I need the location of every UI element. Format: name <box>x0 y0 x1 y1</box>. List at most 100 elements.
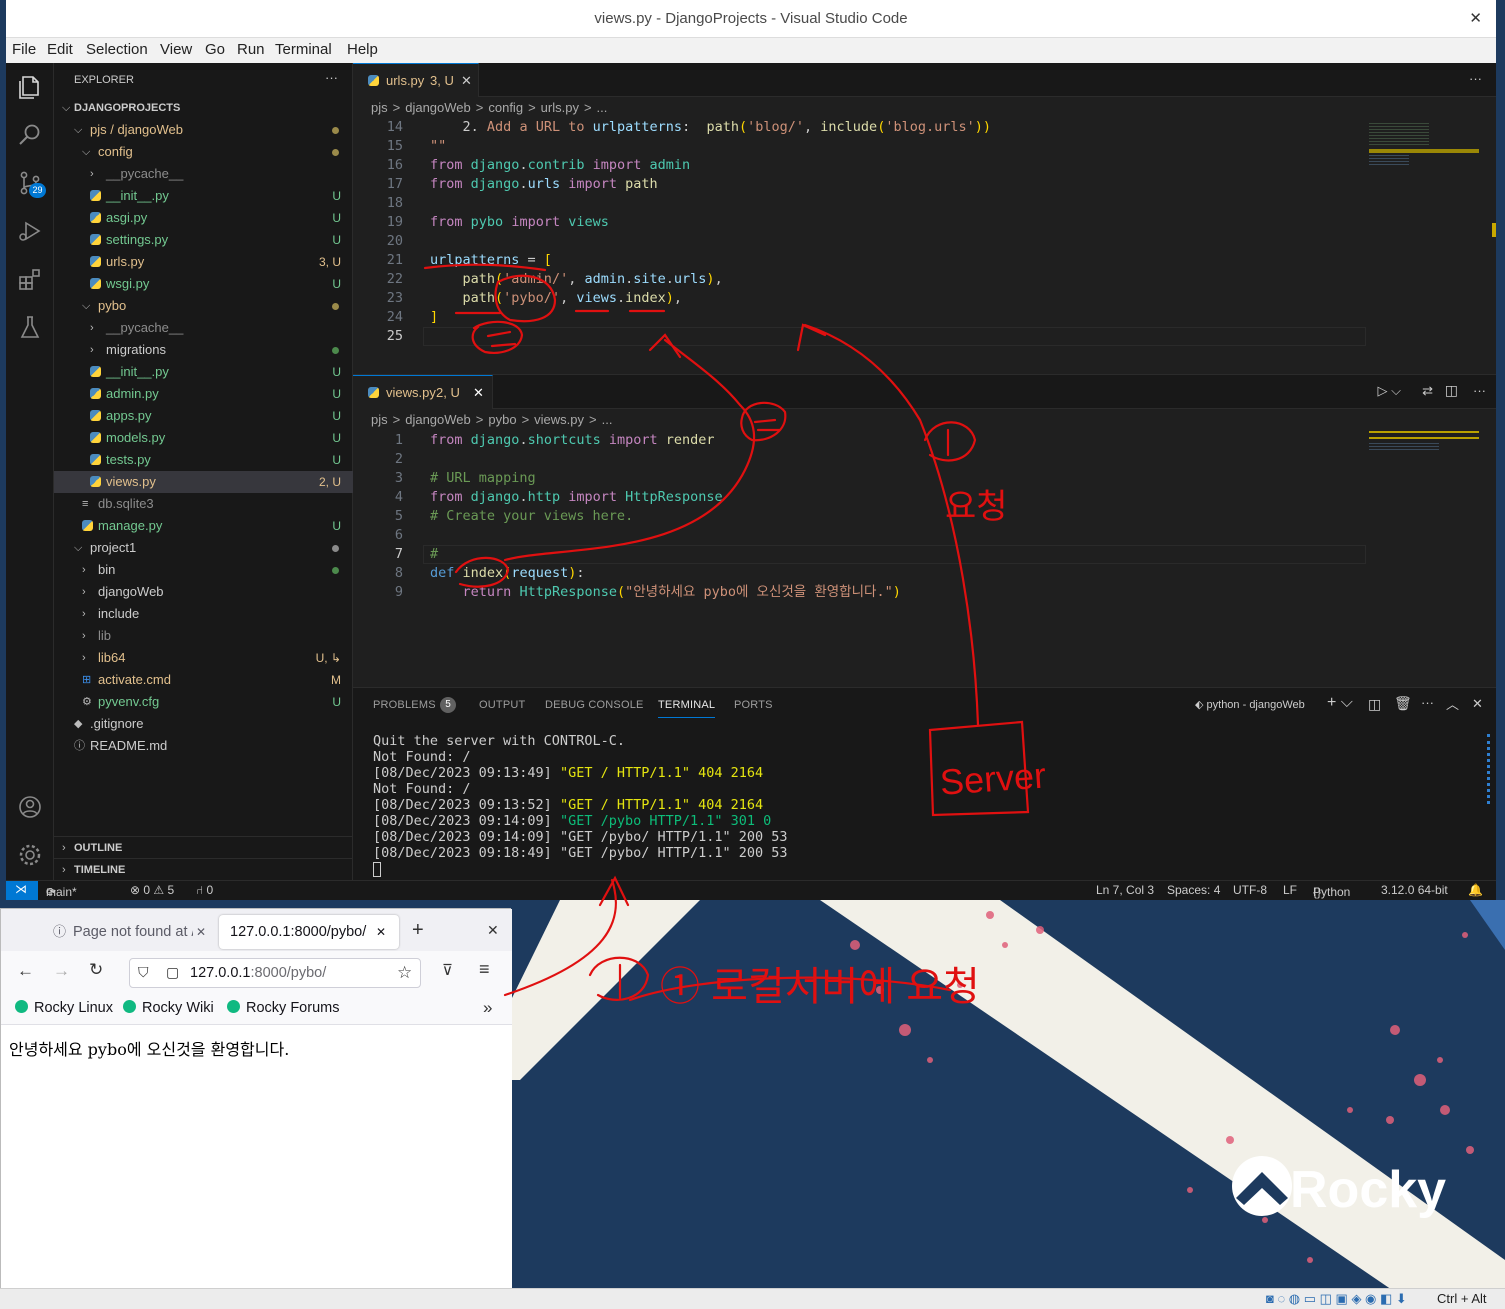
explorer-more-button[interactable]: ··· <box>325 70 338 85</box>
testing-flask-icon[interactable] <box>16 313 44 341</box>
menu-go[interactable]: Go <box>205 41 225 58</box>
code-line[interactable]: path('pybo/', views.index), <box>430 289 683 308</box>
tab-output[interactable]: OUTPUT <box>479 699 525 711</box>
tree-item[interactable]: › bin <box>54 559 353 581</box>
code-line[interactable]: ] <box>430 308 438 327</box>
tab-views-py[interactable]: views.py 2, U ✕ <box>353 375 493 409</box>
tree-item[interactable]: › lib64 U, ↳ <box>54 647 353 669</box>
browser-close-button[interactable]: ✕ <box>487 922 499 939</box>
tree-item[interactable]: manage.py U <box>54 515 353 537</box>
tree-item[interactable]: › djangoWeb <box>54 581 353 603</box>
run-python-icon[interactable]: ▷ ⌵ <box>1378 383 1401 399</box>
code-line[interactable]: def index(request): <box>430 564 585 583</box>
breadcrumb-item[interactable]: urls.py <box>541 100 579 115</box>
bookmarks-overflow-icon[interactable]: » <box>483 998 492 1018</box>
tree-item[interactable]: ⚙ pyvenv.cfg U <box>54 691 353 713</box>
tree-item[interactable]: ⌵ config <box>54 141 353 163</box>
tab-problems[interactable]: PROBLEMS <box>373 699 436 711</box>
new-tab-button[interactable]: + <box>412 919 424 942</box>
tab-close-icon[interactable]: ✕ <box>473 376 484 409</box>
menu-edit[interactable]: Edit <box>47 41 73 58</box>
code-line[interactable]: from django.shortcuts import render <box>430 431 715 450</box>
code-line[interactable]: "" <box>430 137 446 156</box>
tree-item[interactable]: tests.py U <box>54 449 353 471</box>
tab-debug-console[interactable]: DEBUG CONSOLE <box>545 699 644 711</box>
tree-item[interactable]: __init__.py U <box>54 185 353 207</box>
breadcrumb-item[interactable]: pybo <box>488 412 516 427</box>
code-line[interactable]: return HttpResponse("안녕하세요 pybo에 오신것을 환영… <box>430 583 901 602</box>
code-line[interactable]: from django.http import HttpResponse <box>430 488 723 507</box>
python-interpreter[interactable]: 3.12.0 64-bit <box>1381 883 1448 897</box>
code-line[interactable]: from pybo import views <box>430 213 609 232</box>
code-line[interactable]: urlpatterns = [ <box>430 251 552 270</box>
tree-item[interactable]: › __pycache__ <box>54 163 353 185</box>
breadcrumb-item[interactable]: pjs <box>371 100 388 115</box>
hamburger-menu-icon[interactable]: ≡ <box>479 959 490 980</box>
split-editor-icon[interactable]: ◫ <box>1445 382 1458 399</box>
menu-selection[interactable]: Selection <box>86 41 148 58</box>
breadcrumb-item[interactable]: ... <box>602 412 613 427</box>
tree-item[interactable]: ⌵ project1 <box>54 537 353 559</box>
tree-item[interactable]: › __pycache__ <box>54 317 353 339</box>
menu-terminal[interactable]: Terminal <box>275 41 332 58</box>
back-arrow-icon[interactable]: ← <box>17 961 34 981</box>
browser-tab-pybo[interactable]: 127.0.0.1:8000/pybo/ ✕ <box>219 915 399 949</box>
tab-close-icon[interactable]: ✕ <box>376 915 386 949</box>
tree-item[interactable]: ⌵ pybo <box>54 295 353 317</box>
breadcrumb-item[interactable]: djangoWeb <box>405 412 471 427</box>
breadcrumb-item[interactable]: djangoWeb <box>405 100 471 115</box>
code-line[interactable]: path('admin/', admin.site.urls), <box>430 270 723 289</box>
breadcrumb-item[interactable]: config <box>488 100 523 115</box>
tree-item[interactable]: __init__.py U <box>54 361 353 383</box>
tree-item[interactable]: admin.py U <box>54 383 353 405</box>
tab-close-icon[interactable]: ✕ <box>196 915 206 949</box>
bookmark-star-icon[interactable]: ☆ <box>397 963 412 983</box>
indentation[interactable]: Spaces: 4 <box>1167 883 1220 897</box>
tree-item[interactable]: ≡ db.sqlite3 <box>54 493 353 515</box>
tree-item[interactable]: ⌵ pjs / djangoWeb <box>54 119 353 141</box>
tree-item[interactable]: urls.py 3, U <box>54 251 353 273</box>
window-close-button[interactable]: ✕ <box>1469 9 1482 27</box>
explorer-icon[interactable] <box>16 73 44 101</box>
terminal-name[interactable]: ⬖ python - djangoWeb <box>1195 698 1305 711</box>
run-debug-icon[interactable] <box>16 217 44 245</box>
tree-item[interactable]: › include <box>54 603 353 625</box>
new-terminal-button[interactable]: + ⌵ <box>1327 694 1353 712</box>
code-line[interactable]: # URL mapping <box>430 469 536 488</box>
menu-run[interactable]: Run <box>237 41 265 58</box>
close-panel-icon[interactable]: ✕ <box>1472 696 1483 712</box>
tree-item[interactable]: ⓘ README.md <box>54 735 353 757</box>
notifications-bell-icon[interactable]: 🔔 <box>1468 883 1483 897</box>
pocket-icon[interactable]: ⊽ <box>442 961 453 979</box>
tab-urls-py[interactable]: urls.py 3, U ✕ <box>353 63 479 97</box>
tab-close-icon[interactable]: ✕ <box>461 64 472 97</box>
tree-item[interactable]: ◆ .gitignore <box>54 713 353 735</box>
tree-item[interactable]: models.py U <box>54 427 353 449</box>
editor-more-button[interactable]: ··· <box>1469 71 1482 86</box>
compare-changes-icon[interactable]: ⇄ <box>1422 383 1433 399</box>
tab-ports[interactable]: PORTS <box>734 699 773 711</box>
panel-more-button[interactable]: ··· <box>1421 695 1434 710</box>
forward-arrow-icon[interactable]: → <box>53 961 70 981</box>
remote-indicator[interactable]: ⋊ <box>6 881 38 900</box>
reload-icon[interactable]: ↻ <box>89 960 103 980</box>
code-line[interactable]: # Create your views here. <box>430 507 633 526</box>
tree-item[interactable]: asgi.py U <box>54 207 353 229</box>
breadcrumb-item[interactable]: ... <box>597 100 608 115</box>
bookmark-rocky-linux[interactable]: Rocky Linux <box>15 1000 113 1016</box>
tree-item[interactable]: views.py 2, U <box>54 471 353 493</box>
menu-help[interactable]: Help <box>347 41 378 58</box>
tree-item[interactable]: › migrations <box>54 339 353 361</box>
menu-view[interactable]: View <box>160 41 192 58</box>
search-icon[interactable] <box>16 121 44 149</box>
eol[interactable]: LF <box>1283 883 1297 897</box>
tab-terminal[interactable]: TERMINAL <box>658 699 716 718</box>
menu-file[interactable]: File <box>12 41 36 58</box>
extensions-icon[interactable] <box>16 265 44 293</box>
tree-item[interactable]: wsgi.py U <box>54 273 353 295</box>
accounts-icon[interactable] <box>16 793 44 821</box>
terminal-scrollbar[interactable] <box>1487 734 1490 804</box>
split-terminal-icon[interactable]: ◫ <box>1368 696 1381 713</box>
encoding[interactable]: UTF-8 <box>1233 883 1267 897</box>
problems-status[interactable]: ⊗ 0 ⚠ 5 <box>130 883 174 897</box>
